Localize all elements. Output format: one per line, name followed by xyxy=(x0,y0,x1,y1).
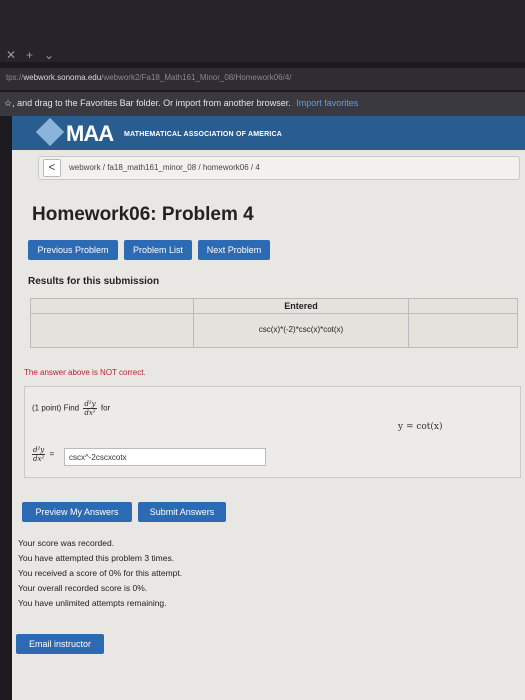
entered-column: Entered csc(x)*(-2)*csc(x)*cot(x) xyxy=(193,299,409,347)
score-line: You have unlimited attempts remaining. xyxy=(18,598,167,608)
masthead: MAA MATHEMATICAL ASSOCIATION OF AMERICA xyxy=(12,116,525,150)
close-tab-icon[interactable]: ✕ xyxy=(6,48,16,62)
webwork-page: MAA MATHEMATICAL ASSOCIATION OF AMERICA … xyxy=(12,116,525,700)
submit-answers-button[interactable]: Submit Answers xyxy=(138,502,226,522)
entered-column-header: Entered xyxy=(284,301,318,311)
question-suffix: for xyxy=(100,403,111,413)
score-line: Your overall recorded score is 0%. xyxy=(18,583,148,593)
maa-logo-icon xyxy=(35,117,65,147)
score-line: You have attempted this problem 3 times. xyxy=(18,553,175,563)
address-bar[interactable]: tps://webwork.sonoma.edu/webwork2/Fa18_M… xyxy=(0,68,525,90)
score-summary: Your score was recorded. You have attemp… xyxy=(18,536,182,611)
new-tab-icon[interactable]: + xyxy=(26,48,33,62)
given-function: y = cot(x) xyxy=(398,422,443,432)
problem-question: (1 point) Find d²y dx² for xyxy=(32,400,110,417)
import-favorites-link[interactable]: Import favorites xyxy=(296,98,358,108)
url-text[interactable]: tps://webwork.sonoma.edu/webwork2/Fa18_M… xyxy=(6,73,292,82)
answer-label: d²y dx² = xyxy=(30,446,54,463)
feedback-not-correct: The answer above is NOT correct. xyxy=(24,368,146,377)
equals-sign: = xyxy=(49,449,55,459)
results-table: Entered csc(x)*(-2)*csc(x)*cot(x) xyxy=(30,298,518,348)
score-line: Your score was recorded. xyxy=(18,538,115,548)
problem-list-button[interactable]: Problem List xyxy=(124,240,192,260)
email-instructor-button[interactable]: Email instructor xyxy=(16,634,104,654)
second-derivative-fraction: d²y dx² xyxy=(83,400,97,417)
previous-problem-button[interactable]: Previous Problem xyxy=(28,240,118,260)
tab-menu-icon[interactable]: ⌄ xyxy=(44,48,54,62)
browser-tab-bar: ✕ + ⌄ xyxy=(0,0,525,62)
answer-fraction: d²y dx² xyxy=(32,446,46,463)
breadcrumb: < webwork / fa18_math161_minor_08 / home… xyxy=(38,156,520,180)
score-line: You received a score of 0% for this atte… xyxy=(18,568,183,578)
favorites-bar: ☆, and drag to the Favorites Bar folder.… xyxy=(0,92,525,116)
breadcrumb-path[interactable]: webwork / fa18_math161_minor_08 / homewo… xyxy=(69,163,260,172)
question-prefix: (1 point) Find xyxy=(32,403,80,413)
answer-input[interactable]: cscx^-2cscxcotx xyxy=(64,448,266,466)
page-title: Homework06: Problem 4 xyxy=(32,204,254,225)
preview-answers-button[interactable]: Preview My Answers xyxy=(22,502,132,522)
favorites-hint: ☆, and drag to the Favorites Bar folder.… xyxy=(4,98,291,108)
maa-logo-text: MAA xyxy=(66,121,114,146)
entered-answer-value: csc(x)*(-2)*csc(x)*cot(x) xyxy=(258,325,344,334)
results-heading: Results for this submission xyxy=(28,276,160,287)
maa-org-name: MATHEMATICAL ASSOCIATION OF AMERICA xyxy=(124,131,283,138)
next-problem-button[interactable]: Next Problem xyxy=(198,240,270,260)
back-button[interactable]: < xyxy=(43,159,61,177)
